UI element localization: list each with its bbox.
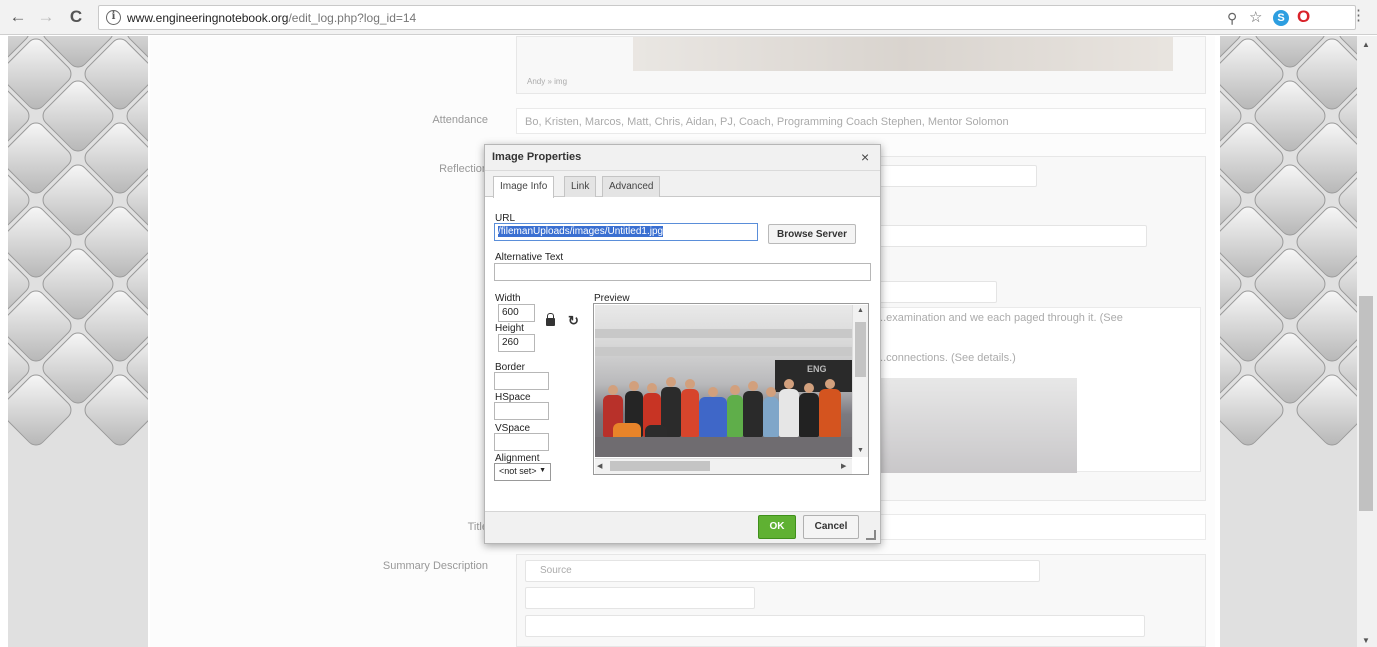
reflection-photo	[877, 378, 1077, 473]
zoom-icon[interactable]: ⚲	[1227, 10, 1237, 26]
width-label: Width	[495, 293, 521, 304]
ok-button[interactable]: OK	[758, 515, 796, 539]
summary-toolbar-row3[interactable]	[525, 615, 1145, 637]
preview-image: ENG	[595, 305, 852, 457]
url-value: /filemanUploads/images/Untitled1.jpg	[498, 226, 664, 237]
preview-scroll-down-icon[interactable]: ▼	[857, 447, 864, 454]
forward-arrow-icon[interactable]: →	[36, 7, 56, 27]
preview-panel[interactable]: ENG ▲ ▼ ◀ ▶	[593, 303, 869, 475]
summary-toolbar-row2[interactable]	[525, 587, 755, 609]
height-label: Height	[495, 323, 524, 334]
reflection-text-2: ...connections. (See details.)	[877, 352, 1016, 364]
height-input[interactable]: 260	[498, 334, 535, 352]
address-bar[interactable]: i www.engineeringnotebook.org/edit_log.p…	[98, 5, 1356, 30]
preview-horizontal-thumb[interactable]	[610, 461, 710, 471]
summary-editor[interactable]: Source	[516, 554, 1206, 647]
preview-scroll-up-icon[interactable]: ▲	[857, 307, 864, 314]
alignment-select[interactable]: <not set> ▼	[494, 463, 551, 481]
reflection-toolbar-row3[interactable]	[877, 281, 997, 303]
lock-ratio-icon[interactable]	[546, 313, 555, 326]
preview-scroll-right-icon[interactable]: ▶	[841, 462, 846, 470]
attendance-value: Bo, Kristen, Marcos, Matt, Chris, Aidan,…	[525, 116, 1009, 128]
dialog-tabs: Image Info Link Advanced	[485, 171, 880, 198]
browser-toolbar: ← → C i www.engineeringnotebook.org/edit…	[0, 0, 1377, 35]
reflection-toolbar-row1[interactable]	[877, 165, 1037, 187]
scroll-up-arrow-icon[interactable]: ▲	[1362, 40, 1370, 49]
opera-extension-icon[interactable]: O	[1297, 8, 1310, 25]
width-input[interactable]: 600	[498, 304, 535, 322]
info-icon[interactable]: i	[106, 10, 121, 25]
scroll-down-arrow-icon[interactable]: ▼	[1362, 636, 1370, 645]
vspace-input[interactable]	[494, 433, 549, 451]
hspace-input[interactable]	[494, 402, 549, 420]
close-icon[interactable]: ×	[861, 150, 869, 164]
browse-server-button[interactable]: Browse Server	[768, 224, 856, 244]
url-input[interactable]: /filemanUploads/images/Untitled1.jpg	[494, 223, 758, 241]
left-background-pattern	[8, 36, 148, 647]
tab-image-info[interactable]: Image Info	[493, 176, 555, 198]
reflection-toolbar-row2[interactable]	[877, 225, 1147, 247]
preview-scroll-left-icon[interactable]: ◀	[597, 462, 602, 470]
reflection-text-1: ...examination and we each paged through…	[877, 312, 1123, 324]
preview-vertical-thumb[interactable]	[855, 322, 866, 377]
address-url[interactable]: www.engineeringnotebook.org/edit_log.php…	[127, 11, 416, 25]
source-button[interactable]: Source	[540, 565, 572, 576]
attendance-input[interactable]: Bo, Kristen, Marcos, Matt, Chris, Aidan,…	[516, 108, 1206, 134]
reset-size-icon[interactable]: ↻	[568, 313, 579, 329]
editor-path: Andy » img	[527, 77, 568, 86]
alt-text-label: Alternative Text	[495, 252, 564, 263]
bookmark-star-icon[interactable]: ☆	[1249, 10, 1262, 26]
summary-toolbar-row1[interactable]: Source	[525, 560, 1040, 582]
dropdown-arrow-icon: ▼	[539, 467, 546, 474]
border-input[interactable]	[494, 372, 549, 390]
right-background-pattern	[1220, 36, 1360, 647]
image-editor-area: Andy » img	[516, 36, 1206, 94]
reflection-label: Reflection	[439, 163, 488, 175]
alignment-value: <not set>	[499, 466, 537, 476]
reload-icon[interactable]: C	[66, 7, 86, 27]
browser-menu-icon[interactable]: ⋮	[1351, 8, 1366, 24]
back-arrow-icon[interactable]: ←	[8, 7, 28, 27]
alt-text-input[interactable]	[494, 263, 871, 281]
attendance-label: Attendance	[432, 114, 488, 126]
embedded-photo	[633, 37, 1173, 71]
tab-advanced[interactable]: Advanced	[602, 176, 661, 197]
tab-link[interactable]: Link	[564, 176, 597, 197]
summary-label: Summary Description	[382, 560, 488, 572]
page-scroll-thumb[interactable]	[1359, 296, 1373, 511]
dialog-title[interactable]: Image Properties	[485, 145, 880, 171]
title-label: Title	[467, 521, 488, 533]
skype-extension-icon[interactable]: S	[1273, 10, 1289, 26]
resize-handle-icon[interactable]	[866, 530, 876, 540]
cancel-button[interactable]: Cancel	[803, 515, 859, 539]
